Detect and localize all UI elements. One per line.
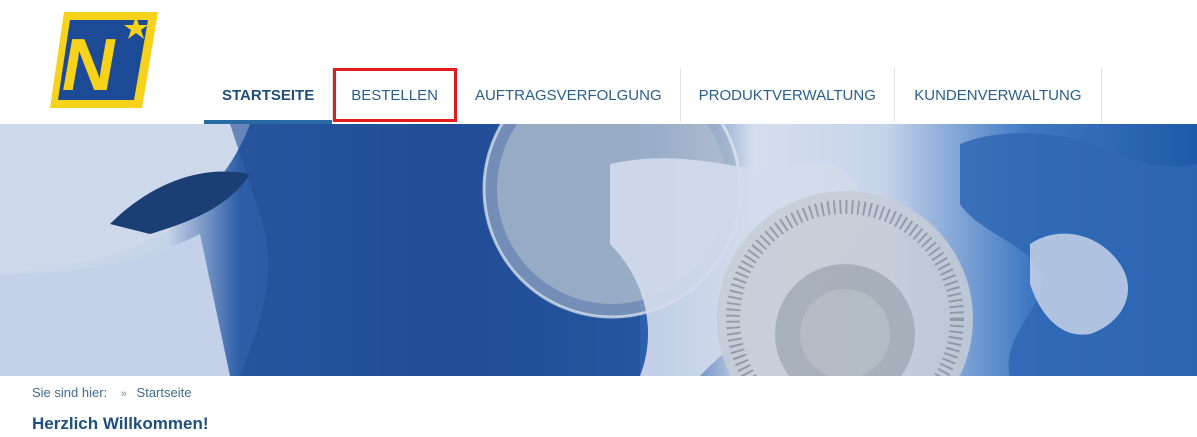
main-nav: STARTSEITE BESTELLEN AUFTRAGSVERFOLGUNG … — [204, 68, 1102, 124]
breadcrumb-current[interactable]: Startseite — [137, 385, 192, 400]
page-title: Herzlich Willkommen! — [32, 414, 209, 433]
nav-item-auftragsverfolgung[interactable]: AUFTRAGSVERFOLGUNG — [457, 68, 681, 122]
breadcrumb-separator: » — [120, 388, 127, 400]
breadcrumb: Sie sind hier: » Startseite — [32, 385, 191, 400]
nav-item-startseite[interactable]: STARTSEITE — [204, 68, 334, 124]
nav-item-label: AUFTRAGSVERFOLGUNG — [474, 86, 662, 104]
nav-item-label: KUNDENVERWALTUNG — [914, 86, 1082, 104]
nav-item-kundenverwaltung[interactable]: KUNDENVERWALTUNG — [895, 68, 1102, 122]
nav-item-label: STARTSEITE — [222, 86, 315, 104]
noe-logo-icon[interactable]: N — [50, 12, 158, 108]
breadcrumb-prefix: Sie sind hier: — [32, 385, 108, 400]
world-map-compass-banner — [0, 124, 1197, 376]
nav-item-label: PRODUKTVERWALTUNG — [698, 86, 876, 104]
nav-item-label: BESTELLEN — [351, 86, 438, 104]
nav-item-produktverwaltung[interactable]: PRODUKTVERWALTUNG — [681, 68, 895, 122]
nav-item-bestellen[interactable]: BESTELLEN — [333, 68, 457, 122]
